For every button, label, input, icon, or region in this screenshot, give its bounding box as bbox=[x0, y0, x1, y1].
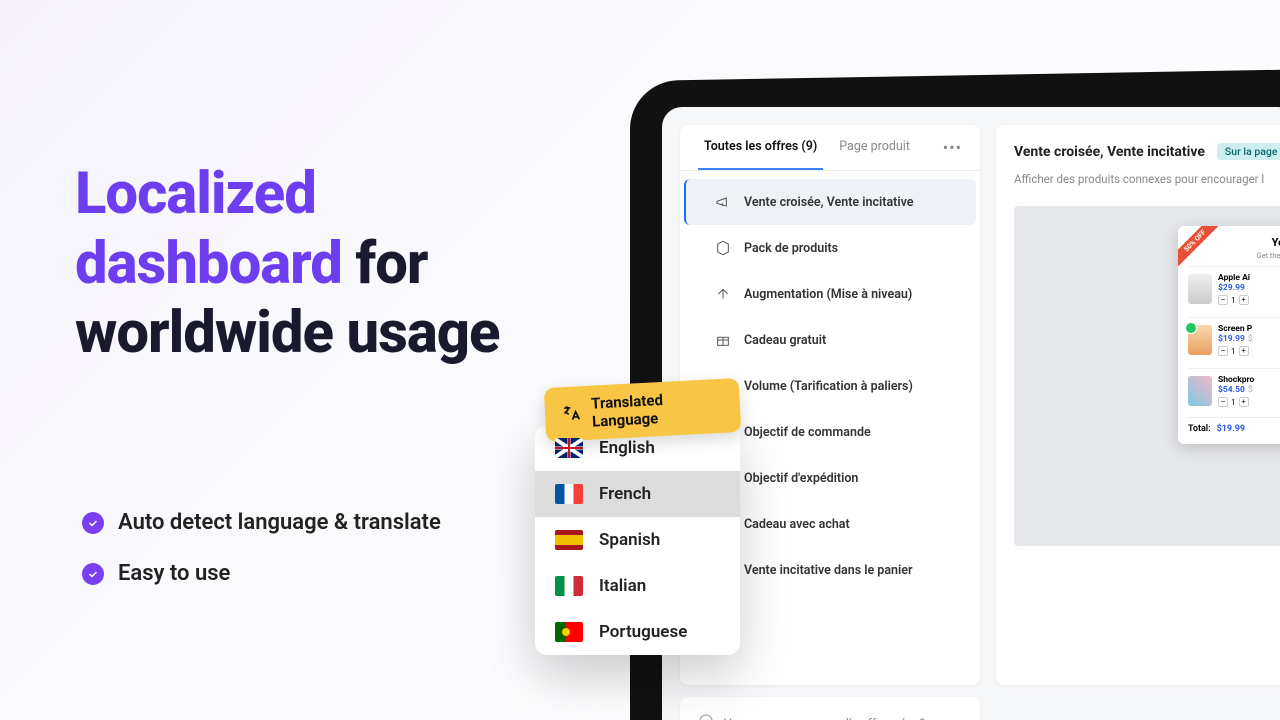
preview-item: Shockpro $54.50$ −1+ bbox=[1188, 368, 1280, 413]
preview-card: 50% OFF Yo Get the most Apple Ai $29.99 … bbox=[1178, 226, 1280, 444]
megaphone-icon bbox=[714, 193, 732, 211]
detail-panel: Vente croisée, Vente incitative Sur la p… bbox=[996, 125, 1280, 685]
gift-icon bbox=[714, 331, 732, 349]
language-name: Spanish bbox=[599, 530, 660, 550]
qty-minus[interactable]: − bbox=[1218, 397, 1228, 407]
language-popup: Translated Language EnglishFrenchSpanish… bbox=[535, 425, 740, 655]
upgrade-icon bbox=[714, 285, 732, 303]
preview-area: 50% OFF Yo Get the most Apple Ai $29.99 … bbox=[1014, 206, 1280, 546]
hero-title-accent: Localized dashboard bbox=[75, 160, 342, 298]
offer-label: Vente croisée, Vente incitative bbox=[744, 195, 914, 210]
qty-stepper[interactable]: −1+ bbox=[1218, 397, 1254, 407]
product-thumb bbox=[1188, 325, 1212, 355]
product-price: $29.99 bbox=[1218, 283, 1250, 293]
product-price: $54.50$ bbox=[1218, 385, 1254, 395]
language-name: Portuguese bbox=[599, 622, 687, 642]
product-name: Shockpro bbox=[1218, 375, 1254, 385]
translated-badge-text: Translated Language bbox=[591, 388, 725, 431]
box-icon bbox=[714, 239, 732, 257]
feature-item: Auto detect language & translate bbox=[82, 510, 441, 535]
qty-stepper[interactable]: −1+ bbox=[1218, 346, 1253, 356]
translated-badge: Translated Language bbox=[544, 378, 742, 442]
offer-label: Volume (Tarification à paliers) bbox=[744, 379, 913, 394]
check-icon bbox=[82, 563, 104, 585]
offer-label: Pack de produits bbox=[744, 241, 838, 256]
language-name: English bbox=[599, 438, 655, 458]
tab-all-offers[interactable]: Toutes les offres (9) bbox=[698, 125, 823, 170]
feature-item: Easy to use bbox=[82, 561, 441, 586]
flag-fr-icon bbox=[555, 484, 583, 504]
qty-plus[interactable]: + bbox=[1239, 295, 1249, 305]
tab-more-icon[interactable]: ••• bbox=[943, 138, 962, 157]
detail-subtitle: Afficher des produits connexes pour enco… bbox=[1014, 172, 1280, 186]
tablet-screen: Toutes les offres (9) Page produit ••• V… bbox=[662, 107, 1280, 720]
offer-label: Cadeau avec achat bbox=[744, 517, 850, 532]
product-price: $19.99$ bbox=[1218, 334, 1253, 344]
flag-es-icon bbox=[555, 530, 583, 550]
offer-bundle[interactable]: Pack de produits bbox=[684, 225, 976, 271]
language-option-pt[interactable]: Portuguese bbox=[535, 609, 740, 655]
detail-title: Vente croisée, Vente incitative bbox=[1014, 144, 1205, 160]
preview-item: Apple Ai $29.99 −1+ bbox=[1188, 266, 1280, 311]
hint-box: Vous ne savez pas quelle offre créer ? bbox=[680, 697, 980, 720]
info-icon bbox=[698, 713, 714, 720]
language-option-it[interactable]: Italian bbox=[535, 563, 740, 609]
hint-text: Vous ne savez pas quelle offre créer ? bbox=[724, 716, 925, 720]
product-thumb bbox=[1188, 274, 1212, 304]
language-name: French bbox=[599, 484, 651, 504]
language-option-es[interactable]: Spanish bbox=[535, 517, 740, 563]
feature-text: Auto detect language & translate bbox=[118, 510, 441, 535]
language-name: Italian bbox=[599, 576, 646, 596]
offer-upgrade[interactable]: Augmentation (Mise à niveau) bbox=[684, 271, 976, 317]
detail-tag: Sur la page p bbox=[1217, 143, 1280, 160]
offer-label: Augmentation (Mise à niveau) bbox=[744, 287, 912, 302]
offer-gift[interactable]: Cadeau gratuit bbox=[684, 317, 976, 363]
check-icon bbox=[82, 512, 104, 534]
offer-label: Cadeau gratuit bbox=[744, 333, 826, 348]
product-name: Apple Ai bbox=[1218, 273, 1250, 283]
offer-label: Objectif de commande bbox=[744, 425, 871, 440]
feature-text: Easy to use bbox=[118, 561, 230, 586]
product-thumb bbox=[1188, 376, 1212, 406]
offer-cross-sell[interactable]: Vente croisée, Vente incitative bbox=[684, 179, 976, 225]
qty-minus[interactable]: − bbox=[1218, 295, 1228, 305]
qty-minus[interactable]: − bbox=[1218, 346, 1228, 356]
offer-label: Vente incitative dans le panier bbox=[744, 563, 913, 578]
tab-product-page[interactable]: Page produit bbox=[833, 125, 916, 170]
product-name: Screen P bbox=[1218, 324, 1253, 334]
discount-ribbon: 50% OFF bbox=[1178, 226, 1222, 270]
qty-plus[interactable]: + bbox=[1239, 346, 1249, 356]
qty-stepper[interactable]: −1+ bbox=[1218, 295, 1250, 305]
translate-icon bbox=[561, 402, 583, 425]
detail-title-row: Vente croisée, Vente incitative Sur la p… bbox=[1014, 143, 1280, 160]
flag-en-icon bbox=[555, 438, 583, 458]
preview-total: Total: $19.99 bbox=[1188, 417, 1280, 434]
flag-pt-icon bbox=[555, 622, 583, 642]
preview-item: Screen P $19.99$ −1+ bbox=[1188, 317, 1280, 362]
total-label: Total: bbox=[1188, 424, 1211, 434]
tabs: Toutes les offres (9) Page produit ••• bbox=[680, 125, 980, 171]
hero-title: Localized dashboard for worldwide usage bbox=[75, 160, 535, 369]
qty-plus[interactable]: + bbox=[1239, 397, 1249, 407]
language-option-fr[interactable]: French bbox=[535, 471, 740, 517]
total-value: $19.99 bbox=[1217, 424, 1245, 434]
offer-label: Objectif d'expédition bbox=[744, 471, 858, 486]
flag-it-icon bbox=[555, 576, 583, 596]
feature-list: Auto detect language & translate Easy to… bbox=[82, 510, 441, 612]
